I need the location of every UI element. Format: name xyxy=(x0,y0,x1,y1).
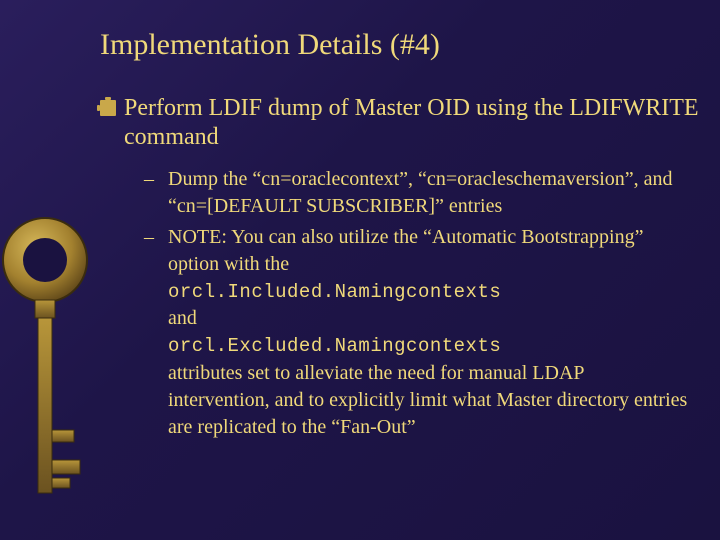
slide-title: Implementation Details (#4) xyxy=(100,28,700,62)
sub-bullet-item: – NOTE: You can also utilize the “Automa… xyxy=(144,224,700,441)
slide-content: Implementation Details (#4) Perform LDIF… xyxy=(100,28,700,445)
note-tail: attributes set to alleviate the need for… xyxy=(168,362,687,438)
note-and: and xyxy=(168,307,197,329)
bullet-item: Perform LDIF dump of Master OID using th… xyxy=(100,94,700,152)
key-icon xyxy=(0,0,95,540)
sub-bullet-list: – Dump the “cn=oraclecontext”, “cn=oracl… xyxy=(144,166,700,441)
sub-bullet-text: NOTE: You can also utilize the “Automati… xyxy=(168,224,688,441)
puzzle-icon xyxy=(100,100,116,116)
sub-bullet-item: – Dump the “cn=oraclecontext”, “cn=oracl… xyxy=(144,166,700,220)
dash-icon: – xyxy=(144,224,158,251)
sub-bullet-text: Dump the “cn=oraclecontext”, “cn=oracles… xyxy=(168,166,688,220)
code-included: orcl.Included.Namingcontexts xyxy=(168,281,501,303)
dash-icon: – xyxy=(144,166,158,193)
bullet-text: Perform LDIF dump of Master OID using th… xyxy=(124,94,700,152)
code-excluded: orcl.Excluded.Namingcontexts xyxy=(168,335,501,357)
note-lead: NOTE: You can also utilize the “Automati… xyxy=(168,226,643,275)
